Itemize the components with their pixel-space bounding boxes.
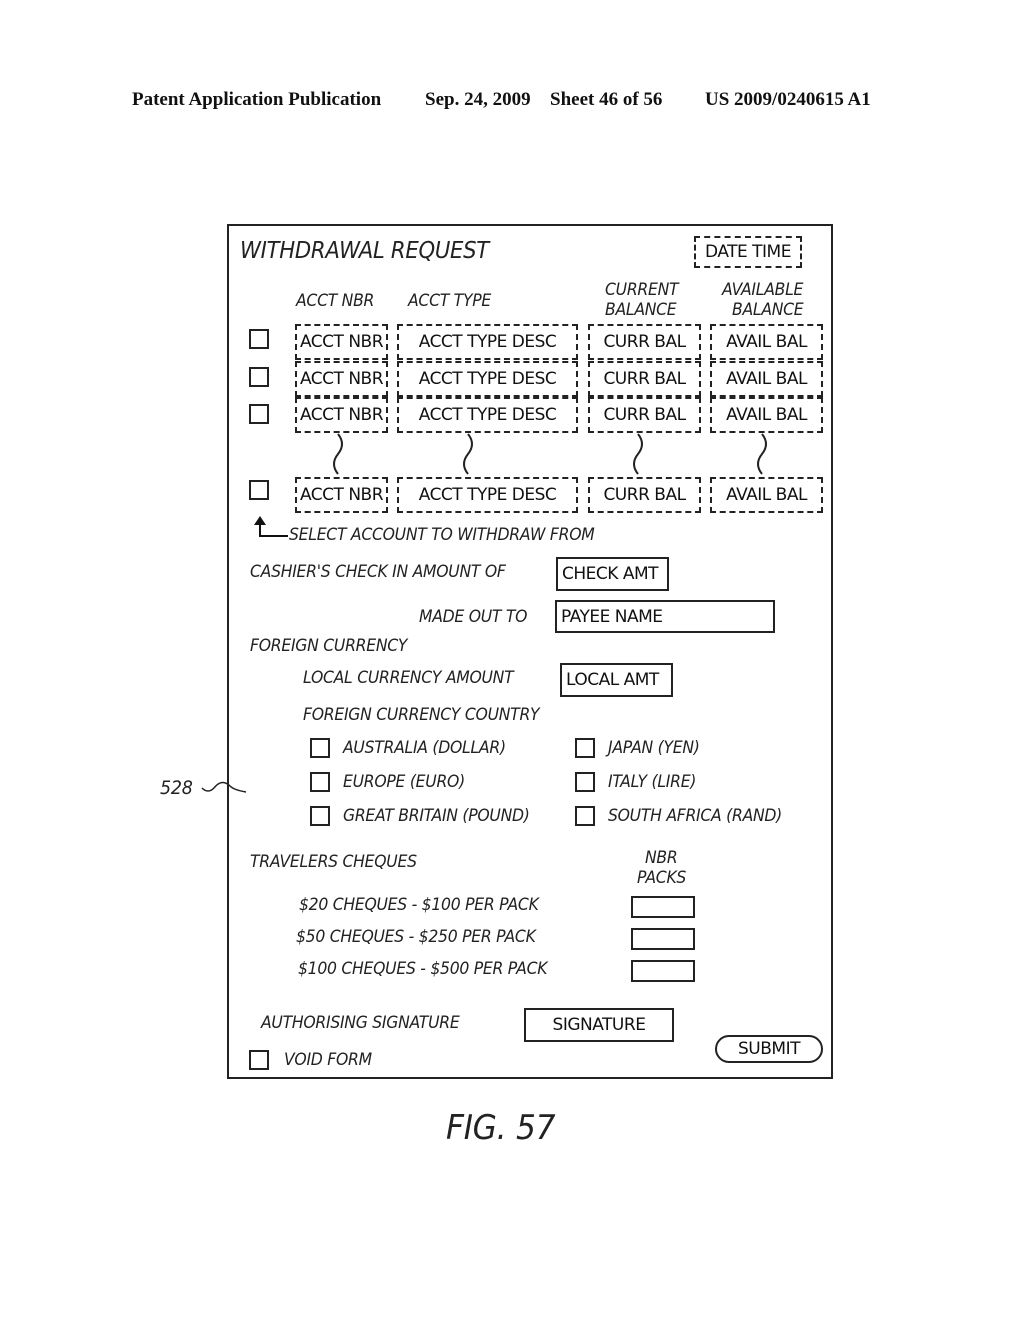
local-currency-amount-label: LOCAL CURRENCY AMOUNT [303, 668, 514, 688]
account-select-checkbox[interactable] [249, 329, 269, 349]
country-checkbox-europe[interactable] [310, 772, 330, 792]
country-checkbox-japan[interactable] [575, 738, 595, 758]
acct-nbr-field: ACCT NBR [295, 361, 388, 397]
submit-button[interactable]: SUBMIT [715, 1035, 823, 1063]
country-label-australia: AUSTRALIA (DOLLAR) [343, 738, 506, 758]
foreign-currency-country-label: FOREIGN CURRENCY COUNTRY [303, 705, 540, 725]
continuation-squiggles [333, 433, 767, 475]
acct-type-field: ACCT TYPE DESC [397, 324, 578, 360]
cheque-option-label: $100 CHEQUES - $500 PER PACK [298, 959, 548, 979]
acct-nbr-field: ACCT NBR [295, 477, 388, 513]
curr-bal-field: CURR BAL [588, 361, 701, 397]
cheque-packs-input-20[interactable] [631, 896, 695, 918]
squiggle-icon [333, 433, 343, 475]
check-amount-input[interactable]: CHECK AMT [556, 557, 669, 591]
col-header-current-balance-line1: CURRENT [605, 280, 679, 300]
country-checkbox-south-africa[interactable] [575, 806, 595, 826]
squiggle-icon [463, 433, 473, 475]
col-header-current-balance-line2: BALANCE [605, 300, 677, 320]
avail-bal-field: AVAIL BAL [710, 324, 823, 360]
avail-bal-field: AVAIL BAL [710, 361, 823, 397]
payee-name-input[interactable]: PAYEE NAME [555, 600, 775, 633]
curr-bal-field: CURR BAL [588, 324, 701, 360]
col-header-available-balance-line1: AVAILABLE [722, 280, 804, 300]
account-select-checkbox[interactable] [249, 367, 269, 387]
void-form-label: VOID FORM [284, 1050, 372, 1070]
patent-number: US 2009/0240615 A1 [705, 89, 871, 110]
arrow-up-icon [254, 516, 288, 537]
publication-label: Patent Application Publication [132, 89, 382, 110]
cheque-packs-input-50[interactable] [631, 928, 695, 950]
select-account-hint: SELECT ACCOUNT TO WITHDRAW FROM [289, 525, 595, 545]
country-label-south-africa: SOUTH AFRICA (RAND) [608, 806, 783, 826]
sheet-number: Sheet 46 of 56 [550, 89, 663, 110]
figure-label: FIG. 57 [446, 1108, 556, 1148]
avail-bal-field: AVAIL BAL [710, 397, 823, 433]
signature-field[interactable]: SIGNATURE [524, 1008, 674, 1042]
made-out-to-label: MADE OUT TO [419, 607, 528, 627]
cheque-option-label: $20 CHEQUES - $100 PER PACK [299, 895, 539, 915]
country-label-europe: EUROPE (EURO) [343, 772, 465, 792]
acct-type-field: ACCT TYPE DESC [397, 361, 578, 397]
cheque-option-label: $50 CHEQUES - $250 PER PACK [296, 927, 536, 947]
country-label-japan: JAPAN (YEN) [608, 738, 700, 758]
travelers-cheques-label: TRAVELERS CHEQUES [250, 852, 417, 872]
leader-line-icon [201, 781, 247, 793]
col-header-acct-nbr: ACCT NBR [296, 291, 375, 311]
form-title: WITHDRAWAL REQUEST [240, 238, 489, 264]
acct-nbr-field: ACCT NBR [295, 324, 388, 360]
acct-type-field: ACCT TYPE DESC [397, 477, 578, 513]
void-form-checkbox[interactable] [249, 1050, 269, 1070]
account-select-checkbox[interactable] [249, 404, 269, 424]
curr-bal-field: CURR BAL [588, 397, 701, 433]
publication-date: Sep. 24, 2009 [425, 89, 531, 110]
cashiers-check-label: CASHIER'S CHECK IN AMOUNT OF [250, 562, 506, 582]
authorising-signature-label: AUTHORISING SIGNATURE [261, 1013, 460, 1033]
country-label-great-britain: GREAT BRITAIN (POUND) [343, 806, 530, 826]
reference-numeral: 528 [160, 777, 193, 799]
acct-nbr-field: ACCT NBR [295, 397, 388, 433]
date-time-field: DATE TIME [694, 236, 802, 268]
curr-bal-field: CURR BAL [588, 477, 701, 513]
nbr-packs-header-line2: PACKS [637, 868, 687, 888]
local-amount-input[interactable]: LOCAL AMT [560, 663, 673, 697]
squiggle-icon [757, 433, 767, 475]
col-header-acct-type: ACCT TYPE [408, 291, 492, 311]
col-header-available-balance-line2: BALANCE [732, 300, 804, 320]
acct-type-field: ACCT TYPE DESC [397, 397, 578, 433]
cheque-packs-input-100[interactable] [631, 960, 695, 982]
country-checkbox-great-britain[interactable] [310, 806, 330, 826]
country-label-italy: ITALY (LIRE) [608, 772, 697, 792]
avail-bal-field: AVAIL BAL [710, 477, 823, 513]
account-select-checkbox[interactable] [249, 480, 269, 500]
nbr-packs-header-line1: NBR [645, 848, 678, 868]
country-checkbox-australia[interactable] [310, 738, 330, 758]
squiggle-icon [633, 433, 643, 475]
foreign-currency-label: FOREIGN CURRENCY [250, 636, 408, 656]
country-checkbox-italy[interactable] [575, 772, 595, 792]
